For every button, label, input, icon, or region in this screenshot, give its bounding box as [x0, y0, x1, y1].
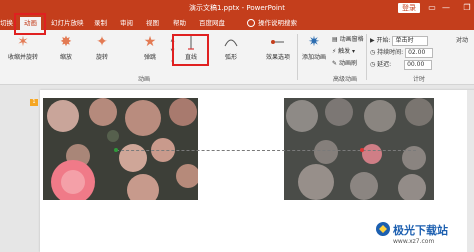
star-icon: ★ [143, 34, 157, 50]
motion-path[interactable] [116, 150, 416, 151]
animation-pane-button[interactable]: ▤ 动画窗格 [332, 34, 364, 43]
roses-image [43, 98, 198, 200]
add-animation-button[interactable]: ✷ 添加动画 [300, 34, 328, 61]
group-label-animation: 动画 [138, 76, 151, 83]
rose-photo-right[interactable] [284, 98, 434, 200]
tab-baidu-netdisk[interactable]: 百度网盘 [199, 17, 225, 30]
add-star-icon: ✷ [308, 34, 320, 50]
motion-path-start[interactable] [114, 148, 118, 152]
watermark: 极光下载站 www.xz7.com [393, 222, 448, 245]
separator [297, 34, 298, 80]
anim-arcs[interactable]: 弧形 [219, 34, 243, 61]
group-label-advanced: 高级动画 [333, 76, 358, 83]
rose-photo-left[interactable] [43, 98, 198, 200]
trigger-button[interactable]: ⚡ 触发 ▾ [332, 46, 355, 55]
watermark-logo-icon [376, 222, 390, 236]
start-row: ▶ 开始: 单击时 [370, 35, 429, 46]
restore-button[interactable]: ❐ [462, 3, 472, 13]
lightbulb-icon [247, 19, 255, 27]
star-icon: ✶ [17, 34, 29, 50]
watermark-brand: 极光下载站 [393, 224, 448, 237]
separator [366, 34, 367, 80]
title-bar: 演示文稿1.pptx - PowerPoint 登录 ▭ — ❐ 切换 动画 幻… [0, 0, 474, 30]
anim-bounce[interactable]: ★ 弹跳 [138, 34, 162, 61]
tab-review[interactable]: 审阅 [120, 17, 133, 30]
thumbnail-pane [0, 85, 40, 252]
login-button[interactable]: 登录 [398, 3, 420, 13]
tab-slideshow[interactable]: 幻灯片放映 [51, 17, 84, 30]
delay-input[interactable]: 00.00 [404, 59, 433, 70]
line-path-icon [188, 34, 194, 50]
group-label-timing: 计时 [413, 76, 426, 83]
vertical-scrollbar[interactable] [467, 90, 474, 252]
animation-painter-button[interactable]: ✎ 动画刷 [332, 58, 357, 67]
start-select[interactable]: 单击时 [392, 35, 429, 46]
anim-lines[interactable]: 直线 [179, 34, 203, 61]
minimize-button[interactable]: — [441, 3, 451, 13]
ribbon: ✶ 收缩并旋转 ✸ 缩放 ✦ 旋转 ★ 弹跳 ▲ ▼ ▾ 直线 弧形 效果选项 … [0, 30, 474, 85]
tab-animations[interactable]: 动画 [20, 17, 41, 30]
roses-image [284, 98, 434, 200]
tab-record[interactable]: 录制 [94, 17, 107, 30]
effect-options-button[interactable]: 效果选项 [263, 34, 293, 61]
slide-number-badge: 1 [30, 99, 38, 106]
delay-row: ◷ 延迟: 00.00 [370, 59, 433, 70]
animation-pane-icon: ▤ [332, 36, 340, 43]
paintbrush-icon: ✎ [332, 60, 339, 67]
watermark-url: www.xz7.com [393, 238, 435, 245]
tell-me-search[interactable]: 操作说明搜索 [247, 17, 297, 30]
duration-input[interactable]: 02.00 [405, 47, 434, 58]
tab-view[interactable]: 视图 [146, 17, 159, 30]
tab-help[interactable]: 帮助 [173, 17, 186, 30]
anim-shrink-turn[interactable]: ✶ 收缩并旋转 [6, 34, 40, 61]
motion-path-end[interactable] [360, 148, 364, 152]
duration-row: ◷ 持续时间: 02.00 [370, 47, 434, 58]
arc-path-icon [224, 39, 238, 47]
ribbon-display-icon[interactable]: ▭ [427, 3, 437, 13]
anim-spin[interactable]: ✦ 旋转 [90, 34, 114, 61]
anim-zoom[interactable]: ✸ 缩放 [54, 34, 78, 61]
reorder-label[interactable]: 对动 [456, 35, 468, 44]
effect-options-icon [271, 40, 284, 44]
gallery-scroll[interactable]: ▲ ▼ ▾ [169, 35, 176, 69]
powerpoint-window: 演示文稿1.pptx - PowerPoint 登录 ▭ — ❐ 切换 动画 幻… [0, 0, 474, 252]
star-icon: ✸ [60, 34, 72, 50]
tab-transitions[interactable]: 切换 [0, 17, 13, 30]
star-icon: ✦ [96, 34, 108, 50]
